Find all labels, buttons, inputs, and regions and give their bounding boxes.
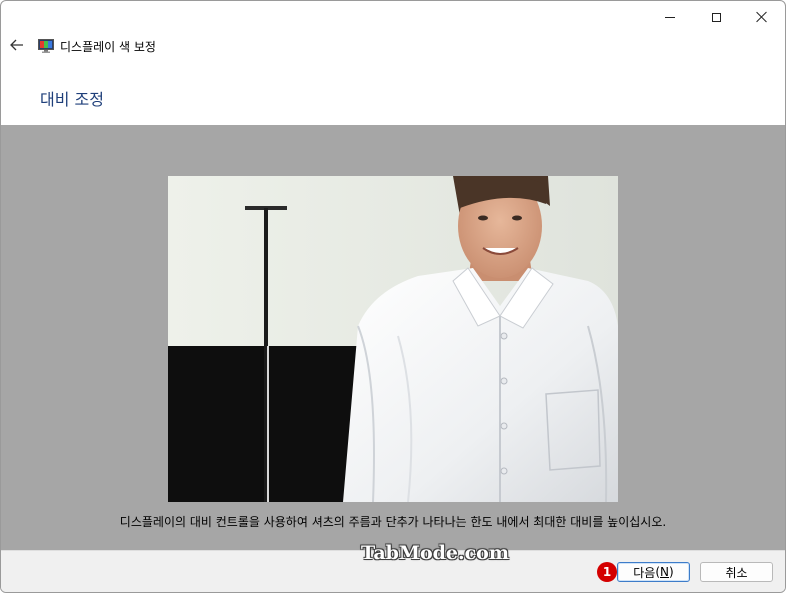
instruction-text: 디스플레이의 대비 컨트롤을 사용하여 셔츠의 주름과 단추가 나타나는 한도 … bbox=[119, 515, 667, 529]
calibration-window: 디스플레이 색 보정 대비 조정 디스플레이의 대비 컨트롤을 사용하여 셔츠의… bbox=[0, 0, 786, 593]
watermark-text: TabMode.com bbox=[361, 542, 509, 564]
footer-bar: TabMode.com 1 다음(N) 취소 bbox=[1, 542, 785, 592]
content-area: 디스플레이의 대비 컨트롤을 사용하여 셔츠의 주름과 단추가 나타나는 한도 … bbox=[1, 125, 785, 550]
back-arrow-icon bbox=[10, 39, 23, 51]
man-in-white-shirt-image bbox=[168, 176, 618, 502]
cancel-button-label: 취소 bbox=[725, 565, 748, 580]
minimize-icon bbox=[665, 16, 675, 18]
page-heading: 대비 조정 bbox=[40, 90, 104, 109]
next-button-label: 다음 bbox=[633, 565, 656, 580]
cancel-button[interactable]: 취소 bbox=[700, 562, 773, 582]
next-button[interactable]: 다음(N) bbox=[617, 562, 690, 582]
next-button-accelerator: N bbox=[660, 565, 670, 579]
navigation-bar: 디스플레이 색 보정 bbox=[1, 33, 785, 59]
maximize-button[interactable] bbox=[693, 1, 739, 33]
maximize-icon bbox=[711, 12, 721, 22]
window-title: 디스플레이 색 보정 bbox=[60, 40, 156, 54]
back-button[interactable] bbox=[7, 35, 27, 55]
minimize-button[interactable] bbox=[647, 1, 693, 33]
display-monitor-icon bbox=[38, 39, 54, 53]
close-icon bbox=[756, 11, 768, 23]
close-button[interactable] bbox=[739, 1, 785, 33]
step-number-badge: 1 bbox=[597, 562, 617, 582]
title-bar bbox=[1, 1, 785, 33]
contrast-reference-photo bbox=[168, 176, 618, 502]
